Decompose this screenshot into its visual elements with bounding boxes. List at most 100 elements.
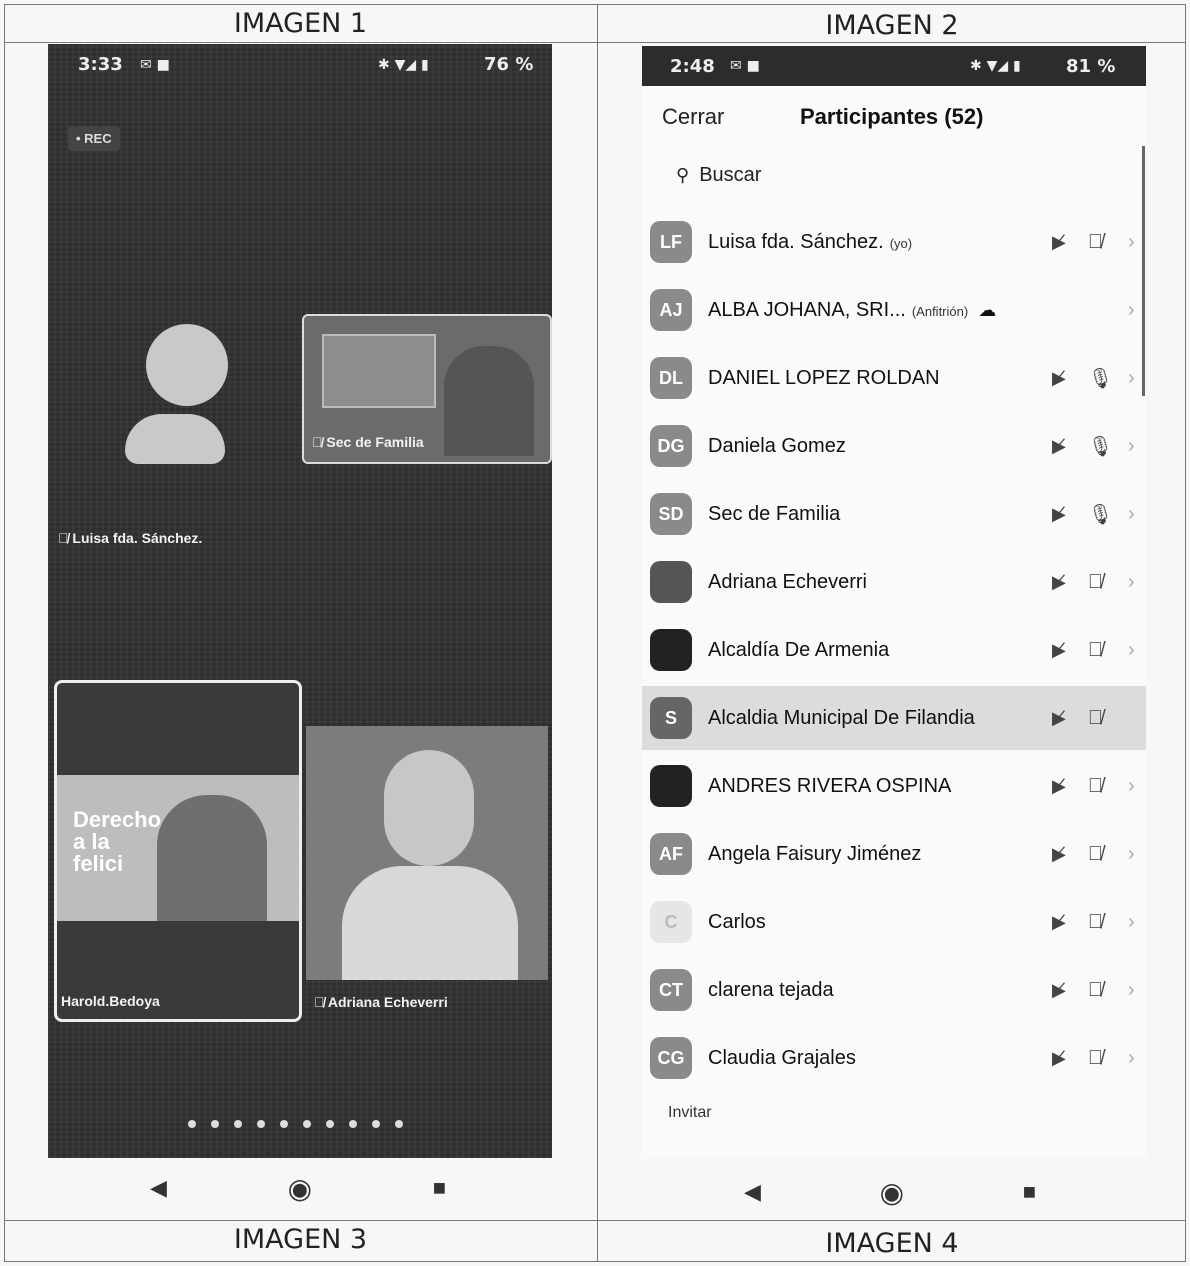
chevron-right-icon[interactable]: ›	[1128, 299, 1135, 322]
participant-row[interactable]: CG Claudia Grajales ▶̸ 🎙̸ ›	[642, 1026, 1146, 1090]
chevron-right-icon[interactable]: ›	[1128, 775, 1135, 798]
page-indicator-dots[interactable]	[188, 1120, 403, 1128]
page-dot[interactable]	[257, 1120, 265, 1128]
avatar-icon	[146, 324, 228, 406]
participant-row[interactable]: LF Luisa fda. Sánchez. (yo) ▶̸ 🎙̸ ›	[642, 210, 1146, 274]
page-dot[interactable]	[280, 1120, 288, 1128]
recents-icon[interactable]: ■	[433, 1175, 446, 1201]
participant-name: clarena tejada	[708, 978, 834, 1001]
chevron-right-icon[interactable]: ›	[1128, 979, 1135, 1002]
participant-row[interactable]: SD Sec de Familia ▶̸ 🎙 ›	[642, 482, 1146, 546]
participant-avatar: S	[650, 697, 692, 739]
mic-off-icon: 🎙̸	[1087, 230, 1103, 253]
video-off-icon: ▶̸	[1052, 707, 1066, 728]
chevron-right-icon[interactable]: ›	[1128, 911, 1135, 934]
chevron-right-icon[interactable]: ›	[1128, 843, 1135, 866]
tile-label-harold: Harold.Bedoya	[61, 993, 160, 1009]
participant-row[interactable]: AF Angela Faisury Jiménez ▶̸ 🎙̸ ›	[642, 822, 1146, 886]
chevron-right-icon[interactable]: ›	[1128, 503, 1135, 526]
top-header-line	[4, 42, 1186, 43]
video-off-icon: ▶̸	[1052, 979, 1066, 1000]
video-off-icon: ▶̸	[1052, 231, 1066, 252]
participant-status: ▶̸ 🎙̸	[1052, 843, 1103, 866]
participant-row[interactable]: Adriana Echeverri ▶̸ 🎙̸ ›	[642, 550, 1146, 614]
participant-name: Carlos	[708, 910, 766, 933]
chevron-right-icon[interactable]: ›	[1128, 639, 1135, 662]
status-time: 3:33	[78, 54, 123, 75]
back-icon[interactable]: ◀	[744, 1179, 761, 1205]
chevron-right-icon[interactable]: ›	[1128, 367, 1135, 390]
page-dot[interactable]	[303, 1120, 311, 1128]
video-tile-adriana[interactable]	[306, 726, 548, 980]
status-battery: 76 %	[484, 54, 534, 75]
tile-name: Adriana Echeverri	[327, 994, 448, 1010]
close-button[interactable]: Cerrar	[662, 104, 724, 130]
participant-name: Angela Faisury Jiménez	[708, 842, 922, 865]
signal-icon: ✱ ▼◢ ▮	[378, 57, 429, 73]
back-icon[interactable]: ◀	[150, 1175, 167, 1201]
video-off-icon: ▶̸	[1052, 911, 1066, 932]
participant-avatar: DL	[650, 357, 692, 399]
page-dot[interactable]	[395, 1120, 403, 1128]
participant-avatar: C	[650, 901, 692, 943]
page-dot[interactable]	[372, 1120, 380, 1128]
participant-row[interactable]: AJ ALBA JOHANA, SRI... (Anfitrión) ☁ ›	[642, 278, 1146, 342]
participant-row[interactable]: DL DANIEL LOPEZ ROLDAN ▶̸ 🎙 ›	[642, 346, 1146, 410]
caption-imagen-1: IMAGEN 1	[233, 8, 368, 39]
page-dot[interactable]	[234, 1120, 242, 1128]
participant-status: ▶̸ 🎙̸	[1052, 979, 1103, 1002]
status-time: 2:48	[670, 56, 715, 77]
page-title: Participantes (52)	[800, 104, 984, 129]
participant-avatar: CG	[650, 1037, 692, 1079]
chevron-right-icon[interactable]: ›	[1128, 435, 1135, 458]
mic-off-icon: 🎙̸	[58, 530, 69, 546]
participant-status: ▶̸ 🎙	[1052, 366, 1113, 391]
participant-name: Alcaldia Municipal De Filandia	[708, 706, 975, 729]
page-dot[interactable]	[349, 1120, 357, 1128]
participant-status: ▶̸ 🎙̸	[1052, 639, 1103, 662]
center-divider	[597, 4, 598, 1262]
participant-status: ▶̸ 🎙	[1052, 502, 1113, 527]
search-icon: ⚲	[676, 165, 690, 185]
mic-off-icon: 🎙̸	[1087, 842, 1103, 865]
participant-name: Adriana Echeverri	[708, 570, 867, 593]
bottom-footer-line	[4, 1220, 1186, 1221]
page-dot[interactable]	[188, 1120, 196, 1128]
status-battery: 81 %	[1066, 56, 1116, 77]
video-off-icon: ▶̸	[1052, 503, 1066, 524]
mic-off-icon: 🎙̸	[312, 434, 323, 450]
home-icon[interactable]: ◉	[288, 1172, 312, 1205]
participant-row[interactable]: DG Daniela Gomez ▶̸ 🎙 ›	[642, 414, 1146, 478]
participant-name: Alcaldía De Armenia	[708, 638, 890, 661]
caption-imagen-4: IMAGEN 4	[825, 1228, 959, 1259]
participant-status: ▶̸ 🎙̸	[1052, 571, 1103, 594]
person-body-shape	[342, 866, 518, 980]
video-tile-harold[interactable]: Derecho a la felici Harold.Bedoya	[54, 680, 302, 1022]
search-input[interactable]: ⚲ Buscar	[676, 164, 761, 187]
video-off-icon: ▶̸	[1052, 639, 1066, 660]
invite-button[interactable]: Invitar	[668, 1104, 712, 1122]
participant-row[interactable]: CT clarena tejada ▶̸ 🎙̸ ›	[642, 958, 1146, 1022]
participant-row-selected[interactable]: S Alcaldia Municipal De Filandia ▶̸ 🎙̸	[642, 686, 1146, 750]
participant-row[interactable]: Alcaldía De Armenia ▶̸ 🎙̸ ›	[642, 618, 1146, 682]
video-tile-sec-de-familia[interactable]: 🎙̸ Sec de Familia	[302, 314, 552, 464]
mic-off-icon: 🎙̸	[314, 994, 325, 1010]
mic-off-icon: 🎙̸	[1087, 1046, 1103, 1069]
video-off-icon: ▶̸	[1052, 571, 1066, 592]
chevron-right-icon[interactable]: ›	[1128, 231, 1135, 254]
tile-label-adriana: 🎙̸ Adriana Echeverri	[314, 994, 448, 1010]
recents-icon[interactable]: ■	[1023, 1179, 1036, 1205]
mic-icon: 🎙	[1087, 435, 1114, 458]
participant-row[interactable]: ANDRES RIVERA OSPINA ▶̸ 🎙̸ ›	[642, 754, 1146, 818]
participant-row[interactable]: C Carlos ▶̸ 🎙̸ ›	[642, 890, 1146, 954]
chevron-right-icon[interactable]: ›	[1128, 1047, 1135, 1070]
mic-off-icon: 🎙̸	[1087, 570, 1103, 593]
home-icon[interactable]: ◉	[880, 1176, 904, 1209]
page-dot[interactable]	[326, 1120, 334, 1128]
tile-name: Sec de Familia	[326, 434, 424, 450]
chevron-right-icon[interactable]: ›	[1128, 571, 1135, 594]
self-tag: (yo)	[889, 235, 913, 251]
page-dot[interactable]	[211, 1120, 219, 1128]
mic-icon: 🎙	[1087, 367, 1114, 390]
person-face-shape	[384, 750, 474, 866]
